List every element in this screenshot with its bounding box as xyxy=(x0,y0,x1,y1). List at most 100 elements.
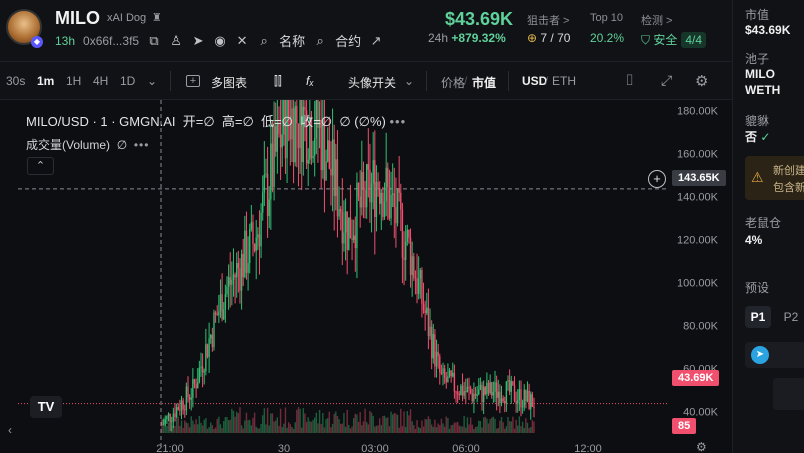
volume-bar xyxy=(517,425,519,433)
axis-settings-icon[interactable]: ⚙ xyxy=(696,440,707,453)
volume-bar xyxy=(356,414,358,433)
candle-body xyxy=(460,385,462,396)
y-tick-label: 120.00K xyxy=(677,235,719,247)
volume-bar xyxy=(448,428,451,433)
volume-bar xyxy=(385,417,387,433)
candle-body xyxy=(249,229,251,264)
eth-toggle[interactable]: ETH xyxy=(552,74,576,88)
candle-body xyxy=(252,222,254,245)
add-chart-icon[interactable]: + xyxy=(186,75,200,87)
volume-bar xyxy=(479,420,482,433)
add-alert-icon[interactable]: + xyxy=(648,170,666,188)
volume-bar xyxy=(512,416,514,433)
interval-1h[interactable]: 1H xyxy=(66,74,81,88)
candle-body xyxy=(325,161,327,181)
mcap-toggle[interactable]: 市值 xyxy=(472,74,496,91)
candle-body xyxy=(193,379,196,384)
candle-body xyxy=(512,381,514,386)
usd-toggle[interactable]: USD xyxy=(522,74,547,88)
volume-bar xyxy=(526,422,529,433)
volume-bar xyxy=(279,408,282,433)
candle-body xyxy=(526,390,529,402)
settings-icon[interactable]: ⚙ xyxy=(695,72,708,90)
interval-1d[interactable]: 1D xyxy=(120,74,135,88)
volume-bar xyxy=(284,407,287,433)
copy-icon[interactable]: ⧉ xyxy=(147,33,161,48)
search-contract-link[interactable]: 合约 xyxy=(335,31,361,50)
user-search-icon[interactable]: ♙ xyxy=(169,33,183,48)
more-icon[interactable]: ••• xyxy=(389,114,406,129)
volume-bar xyxy=(505,426,508,433)
volume-bar xyxy=(455,422,457,433)
volume-bar xyxy=(404,426,407,433)
token-symbol: MILO xyxy=(55,8,100,28)
candle-body xyxy=(414,277,417,279)
collapse-legend-button[interactable]: ⌃ xyxy=(27,157,54,175)
candle-body xyxy=(301,86,303,163)
camera-icon[interactable]: ⌷ xyxy=(625,72,634,89)
telegram-icon[interactable]: ➤ xyxy=(191,33,205,48)
volume-bar xyxy=(518,416,521,433)
token-header: ◆ MILO xAI Dog ♜ 13h 0x66f...3f5 ⧉ ♙ ➤ ◉… xyxy=(0,0,732,62)
candle-body xyxy=(458,394,460,396)
chevron-down-icon[interactable]: ⌄ xyxy=(147,74,157,88)
volume-bar xyxy=(247,420,249,433)
volume-bar xyxy=(312,419,314,433)
fullscreen-icon[interactable]: ⤢ xyxy=(661,72,672,89)
volume-bar xyxy=(201,425,204,433)
volume-bar xyxy=(309,421,311,433)
snipers-label[interactable]: 狙击者 > xyxy=(527,12,569,28)
candle-body xyxy=(349,217,352,239)
rug-label: 貔貅 xyxy=(745,114,770,128)
interval-4h[interactable]: 4H xyxy=(93,74,108,88)
avatar-toggle-button[interactable]: 头像开关 xyxy=(348,74,396,91)
price-toggle[interactable]: 价格 xyxy=(441,74,465,91)
volume-bar xyxy=(213,428,215,433)
volume-bar xyxy=(499,420,501,433)
multi-chart-button[interactable]: 多图表 xyxy=(211,74,247,91)
volume-bar xyxy=(471,424,473,433)
candle-body xyxy=(401,209,404,258)
chart-link-icon[interactable]: ◉ xyxy=(213,33,227,48)
volume-bar xyxy=(281,427,283,433)
candle-body xyxy=(531,394,534,407)
interval-30s[interactable]: 30s xyxy=(6,74,25,88)
volume-bar xyxy=(461,426,464,433)
candle-body xyxy=(515,401,517,404)
volume-bar xyxy=(292,428,295,433)
candle-body xyxy=(525,389,527,402)
x-tick-label: 06:00 xyxy=(452,443,480,453)
more-icon[interactable]: ••• xyxy=(134,138,150,152)
candle-body xyxy=(388,186,391,219)
volume-bar xyxy=(192,420,194,433)
check-count: 4/4 xyxy=(681,32,707,48)
candle-body xyxy=(486,382,488,395)
quick-buy-row[interactable]: ➤ xyxy=(745,342,804,368)
volume-bar xyxy=(468,424,470,433)
candle-body xyxy=(416,278,418,294)
chevron-down-icon[interactable]: ⌄ xyxy=(404,74,414,88)
check-label[interactable]: 检测 > xyxy=(641,12,672,28)
search-name-link[interactable]: 名称 xyxy=(279,31,305,50)
token-address[interactable]: 0x66f...3f5 xyxy=(83,34,139,48)
volume-bar xyxy=(187,423,189,433)
volume-bar xyxy=(338,419,340,433)
action-button[interactable] xyxy=(773,378,804,410)
candle-body xyxy=(247,263,249,273)
chevron-left-icon[interactable]: ‹ xyxy=(8,423,12,437)
candle-body xyxy=(404,241,407,260)
volume-bar xyxy=(377,425,379,433)
interval-1m[interactable]: 1m xyxy=(37,74,54,88)
preset-p2-tab[interactable]: P2 xyxy=(778,306,804,328)
volume-bar xyxy=(507,417,509,433)
volume-bar xyxy=(344,426,347,433)
change-label: 24h xyxy=(428,31,449,45)
volume-bar xyxy=(223,421,225,433)
share-icon[interactable]: ↗ xyxy=(369,33,383,48)
volume-bar xyxy=(380,425,383,433)
indicator-icon[interactable]: fₓ xyxy=(306,74,314,88)
candle-body xyxy=(166,416,168,420)
x-twitter-icon[interactable]: ✕ xyxy=(235,33,249,48)
preset-p1-tab[interactable]: P1 xyxy=(745,306,771,328)
candle-type-icon[interactable]: ⫿⫿ xyxy=(274,74,282,89)
